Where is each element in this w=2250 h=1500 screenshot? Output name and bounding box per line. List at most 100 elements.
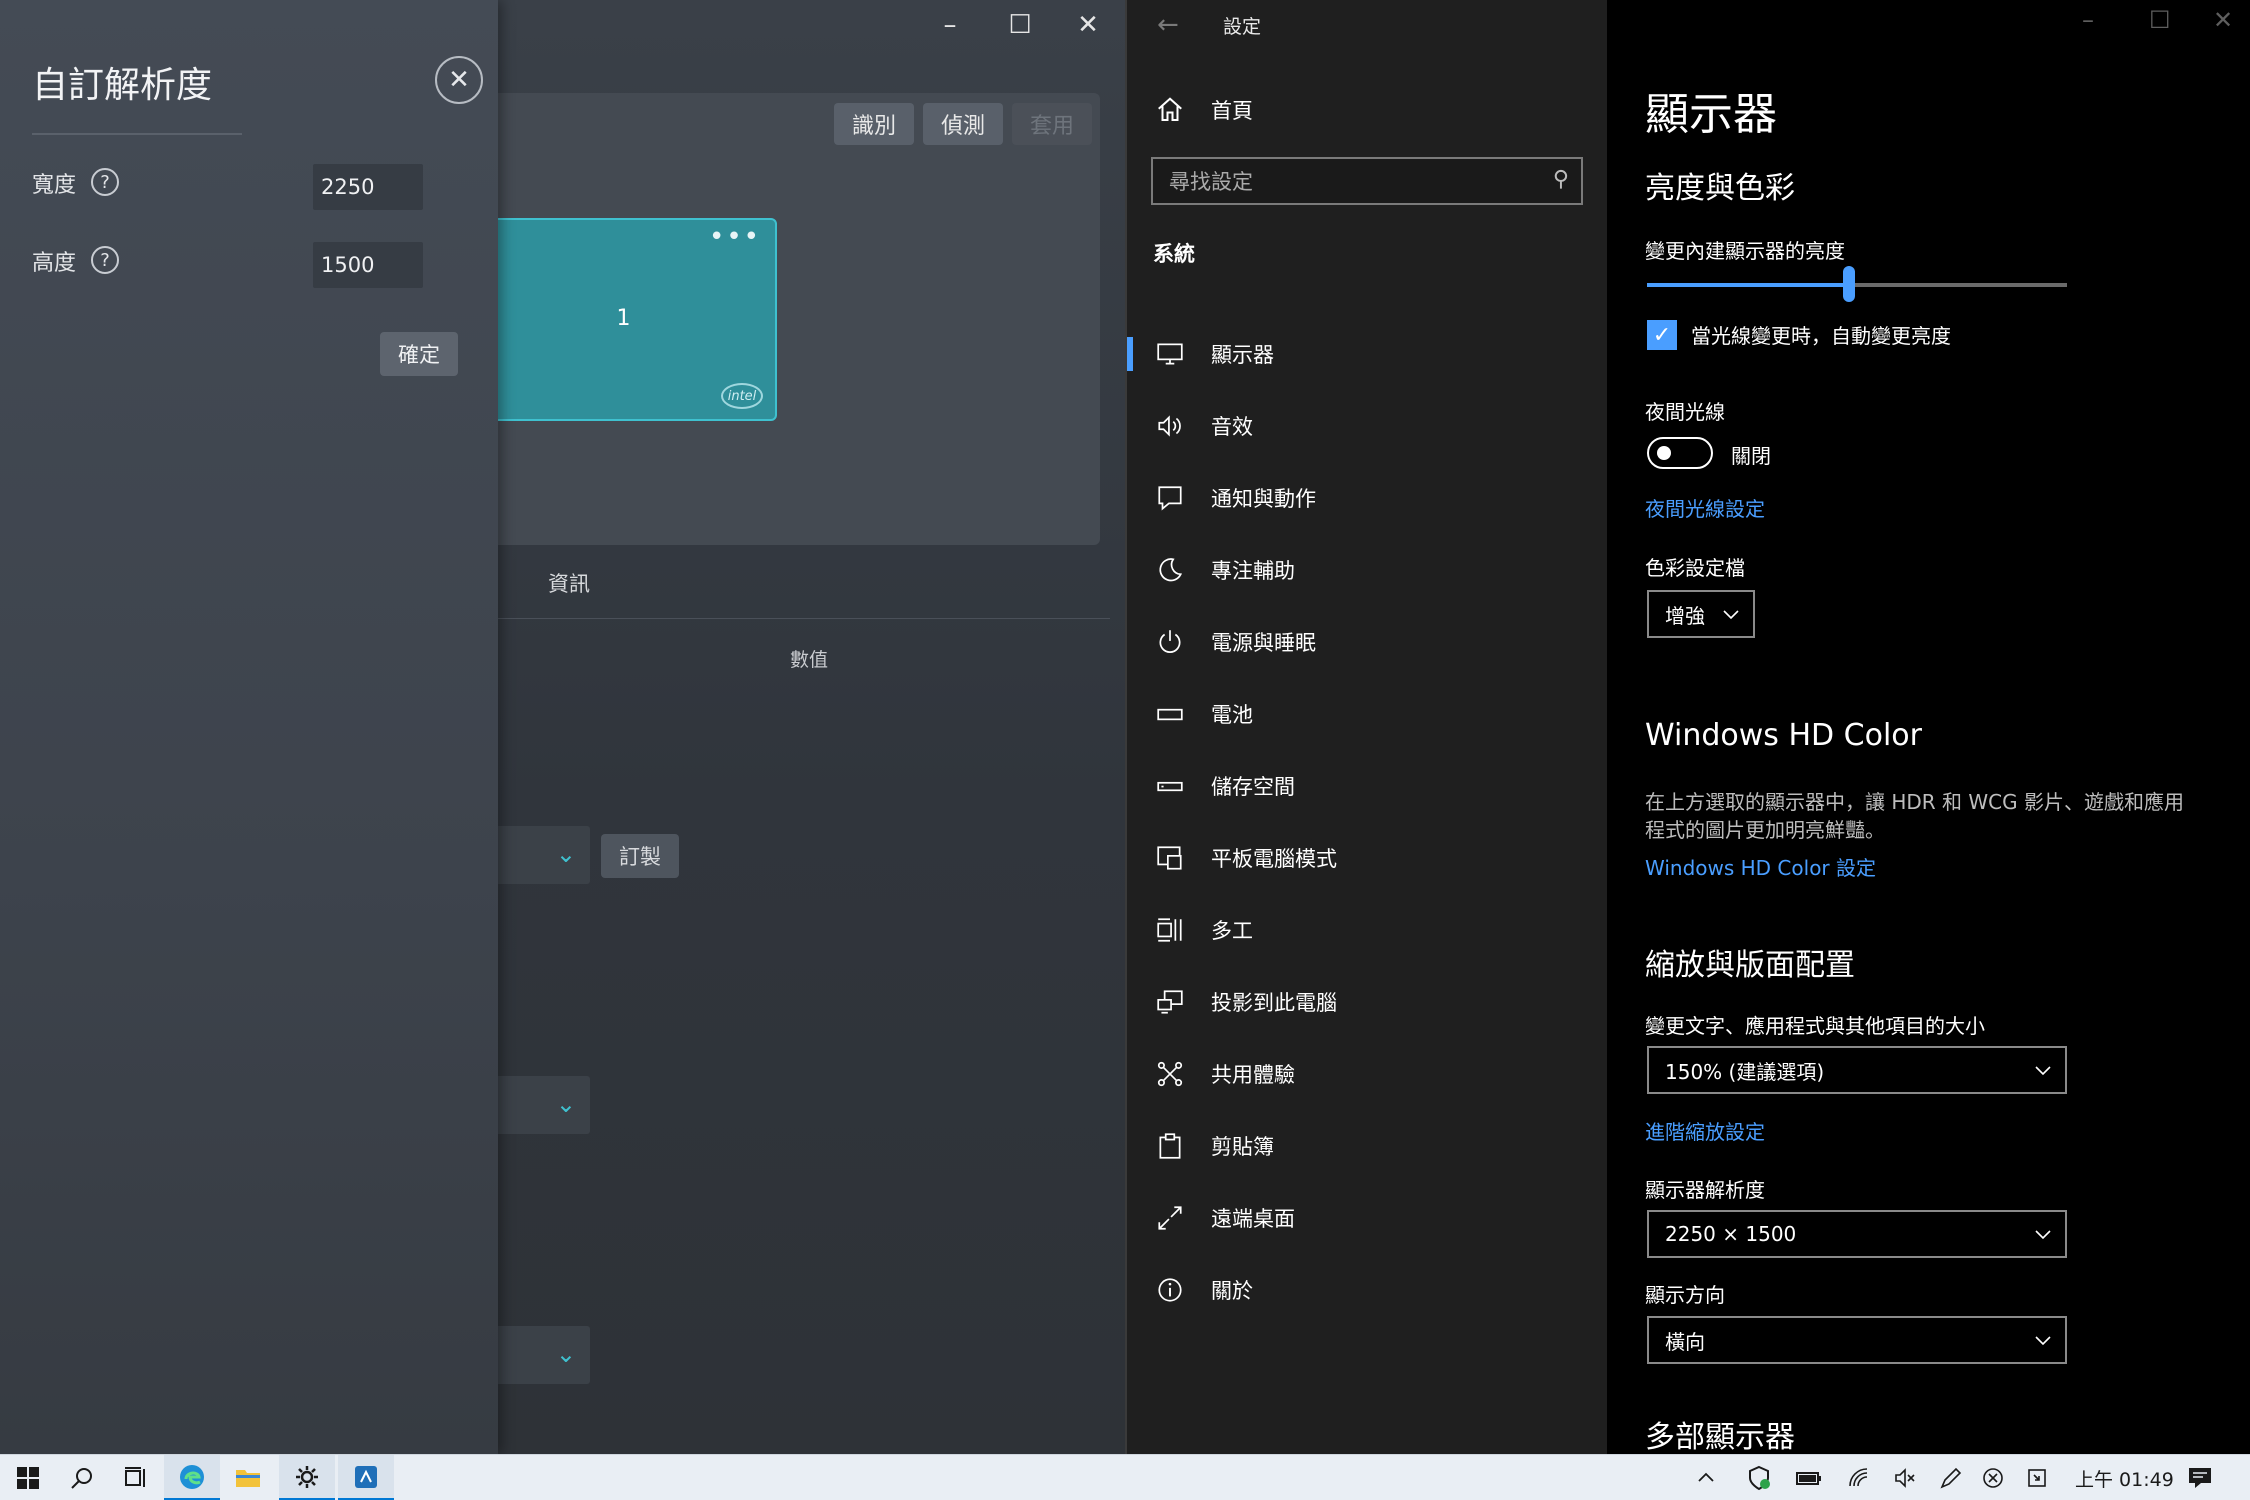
- resolution-dropdown[interactable]: 2250 × 1500: [1647, 1210, 2067, 1258]
- chevron-down-icon: ⌄: [555, 840, 576, 868]
- power-icon: [1159, 630, 1181, 654]
- monitor-tile[interactable]: ••• 1 intel: [470, 218, 777, 421]
- start-button[interactable]: [0, 1455, 56, 1500]
- task-view-button[interactable]: [108, 1455, 164, 1500]
- settings-button[interactable]: [279, 1455, 335, 1500]
- brightness-fill: [1647, 283, 1849, 287]
- hd-color-description: 在上方選取的顯示器中，讓 HDR 和 WCG 影片、遊戲和應用: [1645, 790, 2185, 814]
- orientation-label: 顯示方向: [1645, 1283, 1725, 1307]
- chevron-down-icon: ⌄: [555, 1090, 576, 1118]
- identify-button[interactable]: 識別: [834, 103, 915, 145]
- speaker-icon: [1158, 415, 1181, 437]
- intel-graphics-window: – ☐ ✕ 識別 偵測 套用 ••• 1 intel 資訊 數值 ⌄ 訂製 ⌄ …: [0, 0, 1125, 1454]
- width-input[interactable]: 2250: [313, 164, 423, 210]
- custom-resolution-flyout: 自訂解析度 ✕ 寬度 ? 2250 高度 ? 1500 確定: [0, 0, 498, 1454]
- close-button[interactable]: ✕: [2213, 6, 2233, 34]
- brightness-thumb[interactable]: [1842, 266, 1855, 302]
- nav-item-speaker[interactable]: 音效: [1127, 390, 1607, 462]
- network-tray-button[interactable]: [1836, 1455, 1882, 1500]
- search-button[interactable]: [54, 1455, 110, 1500]
- nav-item-tablet-mode[interactable]: 平板電腦模式: [1127, 822, 1607, 894]
- apply-button[interactable]: 套用: [1012, 103, 1093, 145]
- volume-muted-icon: [1895, 1468, 1915, 1488]
- storage-icon: [1157, 781, 1183, 792]
- brightness-label: 變更內建顯示器的亮度: [1645, 239, 1845, 263]
- search-placeholder: 尋找設定: [1169, 170, 1253, 194]
- close-icon[interactable]: ✕: [435, 56, 483, 104]
- value-column-header: 數值: [790, 649, 829, 671]
- orientation-value: 橫向: [1665, 1329, 1705, 1354]
- home-link[interactable]: 首頁: [1149, 90, 1253, 130]
- color-profile-dropdown[interactable]: 增強: [1647, 590, 1755, 638]
- back-arrow-icon[interactable]: ←: [1157, 10, 1179, 40]
- window-title: 設定: [1223, 16, 1262, 38]
- chevron-down-icon: [2035, 1066, 2051, 1076]
- search-icon: [71, 1468, 92, 1489]
- color-profile-value: 增強: [1665, 603, 1705, 628]
- nav-item-label: 音效: [1211, 415, 1253, 439]
- night-light-toggle[interactable]: [1647, 437, 1713, 469]
- auto-brightness-checkbox[interactable]: ✓: [1647, 320, 1677, 350]
- pen-tray-button[interactable]: [1928, 1455, 1974, 1500]
- scale-value: 150% (建議選項): [1665, 1059, 1825, 1084]
- maximize-button[interactable]: ☐: [986, 0, 1054, 50]
- close-button[interactable]: ✕: [1054, 0, 1122, 50]
- nav-item-battery[interactable]: 電池: [1127, 678, 1607, 750]
- help-icon[interactable]: ?: [91, 168, 119, 196]
- gear-icon: [296, 1465, 318, 1488]
- edge-icon: [180, 1464, 204, 1489]
- security-tray-button[interactable]: [1736, 1455, 1782, 1500]
- nav-item-storage[interactable]: 儲存空間: [1127, 750, 1607, 822]
- resolution-value: 2250 × 1500: [1665, 1222, 1797, 1246]
- battery-icon: [1157, 708, 1183, 721]
- nav-item-project[interactable]: 投影到此電腦: [1127, 966, 1607, 1038]
- nav-item-multitasking[interactable]: 多工: [1127, 894, 1607, 966]
- battery-tray-button[interactable]: [1786, 1455, 1832, 1500]
- scale-dropdown[interactable]: 150% (建議選項): [1647, 1046, 2067, 1094]
- detect-button[interactable]: 偵測: [923, 103, 1004, 145]
- orientation-dropdown[interactable]: 橫向: [1647, 1316, 2067, 1364]
- brightness-slider[interactable]: [1647, 266, 2067, 302]
- custom-button[interactable]: 訂製: [601, 834, 679, 878]
- nav-item-info[interactable]: 關於: [1127, 1254, 1607, 1326]
- height-input[interactable]: 1500: [313, 242, 423, 288]
- pen-icon: [1940, 1467, 1962, 1489]
- intel-graphics-button[interactable]: [338, 1455, 394, 1500]
- night-light-settings-link[interactable]: 夜間光線設定: [1645, 493, 1765, 522]
- show-hidden-icons-button[interactable]: [1686, 1455, 1726, 1500]
- flyout-title: 自訂解析度: [32, 65, 213, 106]
- tab-info[interactable]: 資訊: [548, 568, 590, 598]
- action-center-button[interactable]: [2172, 1455, 2228, 1500]
- nav-item-label: 投影到此電腦: [1211, 991, 1337, 1015]
- volume-tray-button[interactable]: [1882, 1455, 1928, 1500]
- edge-button[interactable]: [164, 1455, 220, 1500]
- minimize-button[interactable]: –: [916, 0, 984, 50]
- height-label: 高度: [32, 251, 77, 276]
- nav-item-clipboard[interactable]: 剪貼簿: [1127, 1110, 1607, 1182]
- nav-item-moon[interactable]: 專注輔助: [1127, 534, 1607, 606]
- more-options-icon[interactable]: •••: [709, 222, 761, 252]
- file-explorer-button[interactable]: [220, 1455, 276, 1500]
- input-tray-button[interactable]: [2014, 1455, 2060, 1500]
- chevron-down-icon: ⌄: [555, 1340, 576, 1368]
- status-tray-button[interactable]: [1970, 1455, 2016, 1500]
- multi-display-heading: 多部顯示器: [1645, 1420, 1795, 1455]
- nav-item-power[interactable]: 電源與睡眠: [1127, 606, 1607, 678]
- confirm-button[interactable]: 確定: [380, 332, 458, 376]
- minimize-button[interactable]: –: [2082, 6, 2094, 34]
- search-input[interactable]: 尋找設定 ⚲: [1151, 157, 1583, 205]
- clock[interactable]: 上午 01:49: [2075, 1465, 2174, 1492]
- hd-color-settings-link[interactable]: Windows HD Color 設定: [1645, 852, 1876, 881]
- help-icon[interactable]: ?: [91, 246, 119, 274]
- advanced-scaling-link[interactable]: 進階縮放設定: [1645, 1116, 1765, 1145]
- nav-item-shared[interactable]: 共用體驗: [1127, 1038, 1607, 1110]
- settings-nav-pane: ← 設定 首頁 尋找設定 ⚲ 系統 顯示器 音效 通知與動作 專注輔助 電源與睡眠 電池儲…: [1127, 0, 1607, 1454]
- nav-item-remote-desktop[interactable]: 遠端桌面: [1127, 1182, 1607, 1254]
- nav-item-notification[interactable]: 通知與動作: [1127, 462, 1607, 534]
- clipboard-icon: [1159, 1133, 1181, 1159]
- maximize-button[interactable]: ☐: [2149, 6, 2171, 34]
- multitasking-icon: [1157, 918, 1182, 942]
- brightness-heading: 亮度與色彩: [1645, 171, 1795, 206]
- nav-item-monitor[interactable]: 顯示器: [1127, 318, 1607, 390]
- nav-item-label: 關於: [1211, 1279, 1253, 1303]
